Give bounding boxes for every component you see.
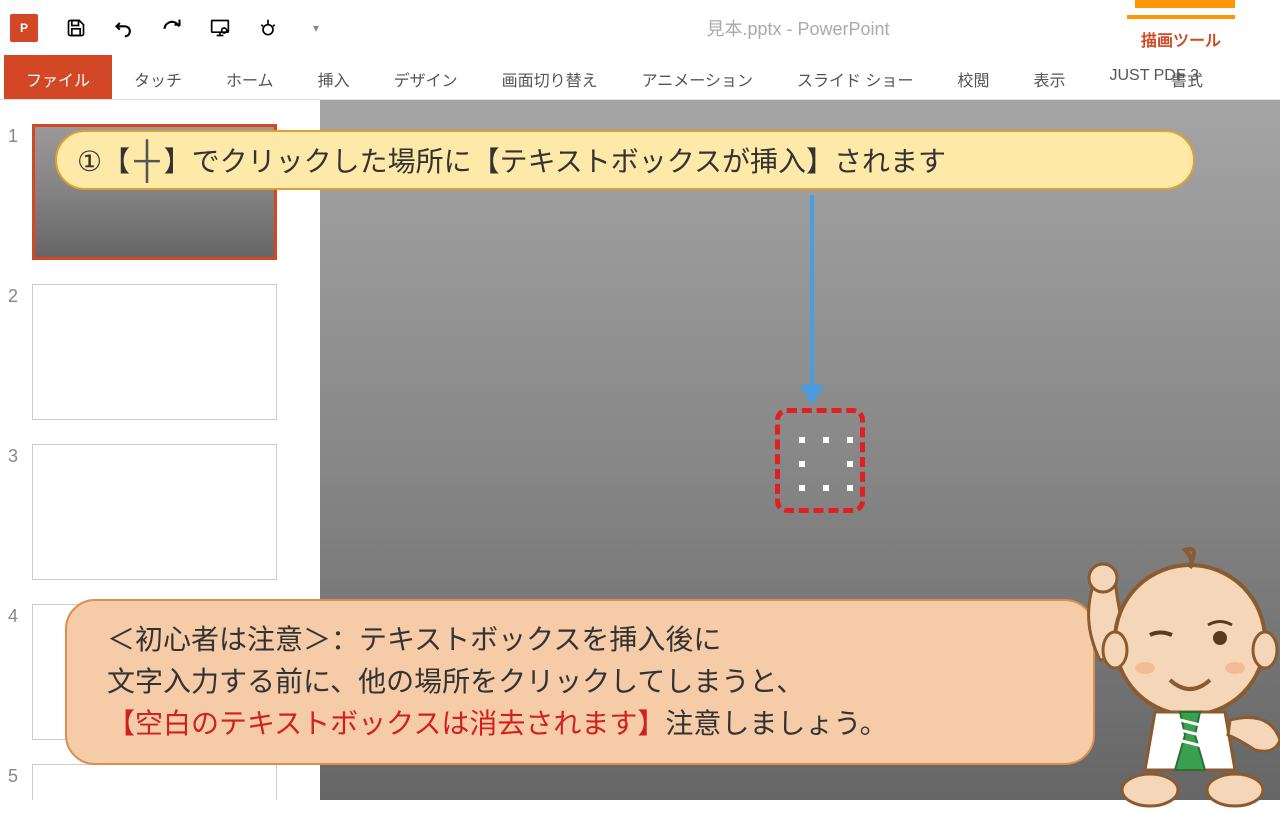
tab-home[interactable]: ホーム: [204, 55, 296, 99]
resize-handle[interactable]: [823, 485, 829, 491]
thumbnail-number: 2: [8, 284, 32, 420]
tab-view[interactable]: 表示: [1011, 55, 1087, 99]
slide-thumbnail-2[interactable]: [32, 284, 277, 420]
callout2-rest: 注意しましょう。: [665, 708, 887, 739]
tab-format[interactable]: 書式: [1149, 55, 1225, 103]
titlebar: P ▾ 見本.pptx - PowerPoint: [0, 0, 1280, 55]
thumbnail-number: 3: [8, 444, 32, 580]
qat-customize-icon[interactable]: ▾: [306, 18, 326, 38]
tab-design[interactable]: デザイン: [372, 55, 480, 99]
resize-handle[interactable]: [799, 461, 805, 467]
save-icon[interactable]: [66, 18, 86, 38]
slideshow-icon[interactable]: [210, 18, 230, 38]
tab-slideshow[interactable]: スライド ショー: [775, 55, 935, 99]
thumbnail-row[interactable]: 5: [0, 760, 320, 800]
tab-file[interactable]: ファイル: [4, 55, 112, 99]
arrow-head-icon: [800, 385, 824, 405]
callout-text: 】でクリックした場所に【テキストボックスが挿入】されます: [164, 140, 946, 180]
selection-handles: [795, 433, 857, 495]
tab-transitions[interactable]: 画面切り替え: [480, 55, 620, 99]
thumbnail-number: 4: [8, 604, 32, 740]
quick-access-toolbar: P ▾: [10, 14, 326, 42]
touch-mode-icon[interactable]: [258, 18, 278, 38]
slide-thumbnail-5[interactable]: [32, 764, 277, 800]
resize-handle[interactable]: [823, 437, 829, 443]
tab-animations[interactable]: アニメーション: [620, 55, 775, 99]
callout2-red-text: 【空白のテキストボックスは消去されます】: [107, 708, 665, 739]
resize-handle[interactable]: [847, 437, 853, 443]
drawing-tools-tab-label[interactable]: 描画ツール: [1127, 15, 1235, 55]
callout-prefix: ①【: [77, 140, 130, 180]
slide-thumbnail-3[interactable]: [32, 444, 277, 580]
callout2-line1: ＜初心者は注意＞：テキストボックスを挿入後に: [107, 619, 1053, 661]
resize-handle[interactable]: [847, 485, 853, 491]
powerpoint-app-icon[interactable]: P: [10, 14, 38, 42]
thumbnail-number: 1: [8, 124, 32, 260]
tutorial-callout-2: ＜初心者は注意＞：テキストボックスを挿入後に 文字入力する前に、他の場所をクリッ…: [65, 599, 1095, 765]
resize-handle[interactable]: [799, 437, 805, 443]
callout2-line3: 【空白のテキストボックスは消去されます】注意しましょう。: [107, 703, 1053, 745]
callout2-line2: 文字入力する前に、他の場所をクリックしてしまうと、: [107, 661, 1053, 703]
redo-icon[interactable]: [162, 18, 182, 38]
tab-insert[interactable]: 挿入: [296, 55, 372, 99]
tutorial-callout-1: ①【 ┼ 】でクリックした場所に【テキストボックスが挿入】されます: [55, 130, 1195, 190]
plus-cursor-icon: ┼: [134, 139, 160, 181]
thumbnail-number: 5: [8, 764, 32, 800]
resize-handle[interactable]: [799, 485, 805, 491]
thumbnail-row[interactable]: 2: [0, 280, 320, 440]
arrow-line: [810, 195, 814, 390]
resize-handle[interactable]: [847, 461, 853, 467]
context-tab-wrap: 描画ツール: [1127, 0, 1235, 55]
ribbon-tabs: ファイル タッチ ホーム 挿入 デザイン 画面切り替え アニメーション スライド…: [0, 55, 1280, 100]
tab-touch[interactable]: タッチ: [112, 55, 204, 99]
thumbnail-row[interactable]: 3: [0, 440, 320, 600]
mascot-character: [1060, 540, 1280, 810]
tab-review[interactable]: 校閲: [935, 55, 1011, 99]
undo-icon[interactable]: [114, 18, 134, 38]
